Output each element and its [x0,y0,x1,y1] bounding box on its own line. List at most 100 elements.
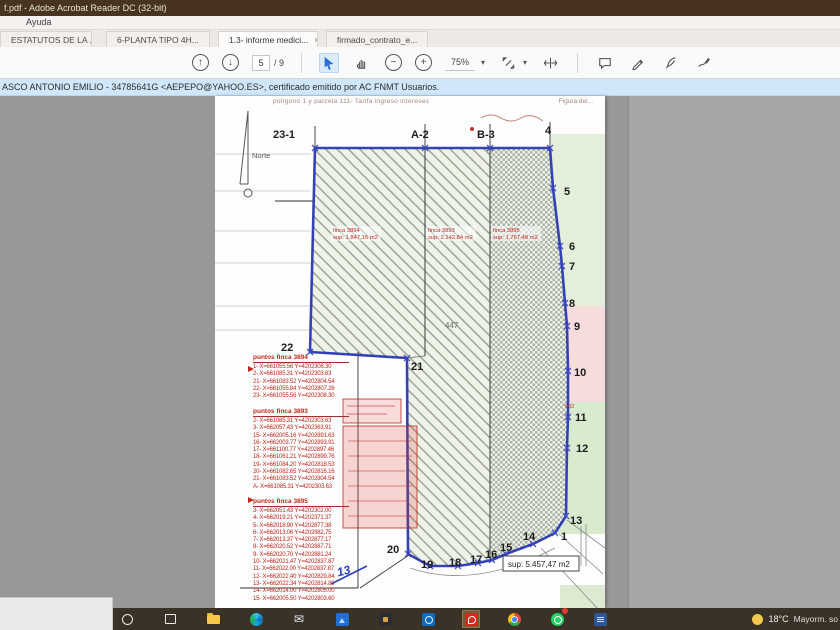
whatsapp-icon[interactable] [548,610,566,628]
vertex-label: 16 [485,549,497,561]
parcel-3895-area: sup: 1.767,48 m2 [493,235,538,241]
point-row: 15- X=662005.50 Y=4202803.60 [253,596,375,603]
tab-close-icon[interactable]: × [314,32,318,48]
draw-tool-icon[interactable] [694,53,714,73]
point-row: 1- X=661055.56 Y=4202308.30 [253,364,375,371]
point-row: 14- X=662014.00 Y=4202805.00 [253,588,375,595]
window-title: f.pdf - Adobe Acrobat Reader DC (32-bit) [4,3,167,13]
menu-bar: Ayuda [0,16,840,30]
vertex-label: 8 [569,298,575,310]
point-list-rows: 3- X=662051.43 Y=4202302.004- X=662019.2… [253,508,375,603]
vertex-label: 11 [575,412,587,424]
photos-icon[interactable] [333,610,351,628]
outlook-icon[interactable] [419,610,437,628]
parcel-3894 [310,148,425,358]
acrobat-toolbar: ↑ ↓ 5 / 9 − + 75% ▾ ▾ [0,47,840,79]
vertex-label: 12 [576,443,588,455]
point-row: 23- X=661055.56 Y=4202308.30 [253,393,375,400]
vertex-label: 19 [421,559,433,571]
word-icon[interactable] [591,610,609,628]
task-view-icon[interactable] [161,610,179,628]
zoom-out-icon[interactable]: − [385,54,402,71]
tab-planta-tipo[interactable]: 6-PLANTA TIPO 4H... [106,31,210,47]
taskbar-search-notch[interactable] [0,597,113,630]
previous-page-icon[interactable]: ↑ [192,54,209,71]
point-row: 16- X=662003.77 Y=4202893.91 [253,440,375,447]
vertex-label: 17 [470,554,482,566]
point-row: 2- X=661085.31 Y=4202303.63 [253,418,375,425]
windows-taskbar: ✉ 18°C Mayorm. so [0,608,840,630]
acrobat-icon-active[interactable] [462,610,480,628]
comment-tool-icon[interactable] [595,53,615,73]
vertex-label: 1 [561,531,567,543]
parcel-3893-area: sup: 2.142,84 m2 [428,235,473,241]
point-list-title: puntos finca 3894 [253,354,349,363]
vertex-label: 10 [574,367,586,379]
document-viewer-area[interactable]: polígono 1 y parcela 111- Tarifa ingreso… [0,96,840,608]
total-area-box: sup: 5.457,47 m2 [503,556,579,571]
vertex-label: A-2 [411,129,429,141]
edge-icon[interactable] [247,610,265,628]
window-titlebar[interactable]: f.pdf - Adobe Acrobat Reader DC (32-bit) [0,0,840,16]
point-list-finca-3893: puntos finca 3893 2- X=661085.31 Y=42023… [253,408,375,491]
menu-item-ayuda[interactable]: Ayuda [0,16,59,27]
vertex-label: 22 [281,342,293,354]
vertex-label: 9 [574,321,580,333]
point-row: 5- X=662018.90 Y=4202877.38 [253,523,375,530]
page-number-input[interactable]: 5 [252,55,270,71]
taskbar-weather[interactable]: 18°C Mayorm. so [752,608,840,630]
vertex-label: 6 [569,241,575,253]
mail-icon[interactable]: ✉ [290,610,308,628]
media-app-icon[interactable] [376,610,394,628]
point-row: 8- X=662020.52 Y=4202887.71 [253,544,375,551]
point-row: 15- X=662005.16 Y=4202891.63 [253,433,375,440]
zoom-level-input[interactable]: 75% [445,55,475,71]
pdf-page[interactable]: polígono 1 y parcela 111- Tarifa ingreso… [215,96,605,608]
file-explorer-icon[interactable] [204,610,222,628]
point-row: 2- X=661085.31 Y=4202303.63 [253,371,375,378]
point-row: A- X=661085.31 Y=4202303.63 [253,484,375,491]
cortana-icon[interactable] [118,610,136,628]
point-row: 17- X=661100.77 Y=4202897.46 [253,447,375,454]
signature-quill-icon[interactable] [661,53,681,73]
dimension-lines [215,154,311,330]
point-row: 21- X=661083.52 Y=4202804.54 [253,476,375,483]
vertex-label: 4 [545,125,552,137]
fill-sign-pencil-icon[interactable] [628,53,648,73]
page-total-label: / 9 [274,58,284,68]
vertex-label: 7 [569,261,575,273]
tab-estatutos[interactable]: ESTATUTOS DE LA ... [0,31,92,47]
point-list-finca-3894: puntos finca 3894 1- X=661055.56 Y=42023… [253,354,375,400]
small-red-label: 902 [565,404,574,410]
zoom-dropdown-icon[interactable]: ▾ [481,58,485,67]
select-tool-icon[interactable] [319,53,339,73]
point-row: 3- X=662051.43 Y=4202302.00 [253,508,375,515]
vertex-label: 20 [387,544,399,556]
point-list-title: puntos finca 3893 [253,408,349,417]
point-row: 7- X=662013.37 Y=4202877.17 [253,537,375,544]
hand-tool-icon[interactable] [352,53,372,73]
next-page-icon[interactable]: ↓ [222,54,239,71]
total-area-label: sup: 5.457,47 m2 [508,560,570,569]
point-row: 10- X=662021.47 Y=4202837.87 [253,559,375,566]
chrome-icon[interactable] [505,610,523,628]
certificate-notification-bar: ASCO ANTONIO EMILIO - 34785641G <AEPEPO@… [0,79,840,96]
vertex-label: 21 [411,361,423,373]
vertex-label: 15 [500,542,512,554]
viewer-right-gutter [628,96,840,608]
parcel-3893-name: finca 3893 [428,228,455,234]
fit-page-icon[interactable] [498,53,518,73]
zoom-in-icon[interactable]: + [415,54,432,71]
point-list-rows: 1- X=661055.56 Y=4202308.302- X=661085.3… [253,364,375,400]
parcel-3894-name: finca 3894 [333,228,361,234]
tab-informe-medicion[interactable]: 1.3- informe medici... × [218,31,318,47]
tab-firmado-contrato[interactable]: firmado_contrato_e... [326,31,428,47]
fit-dropdown-icon[interactable]: ▾ [523,58,527,67]
point-row: 4- X=662019.21 Y=4202371.37 [253,515,375,522]
point-row: 20- X=661082.65 Y=4202816.16 [253,469,375,476]
point-row: 18- X=661061.21 Y=4202899.76 [253,454,375,461]
vertex-label: 23-1 [273,129,295,141]
red-terrain-line [481,115,543,121]
point-list-rows: 2- X=661085.31 Y=4202303.633- X=662057.4… [253,418,375,491]
fit-width-icon[interactable] [540,53,560,73]
